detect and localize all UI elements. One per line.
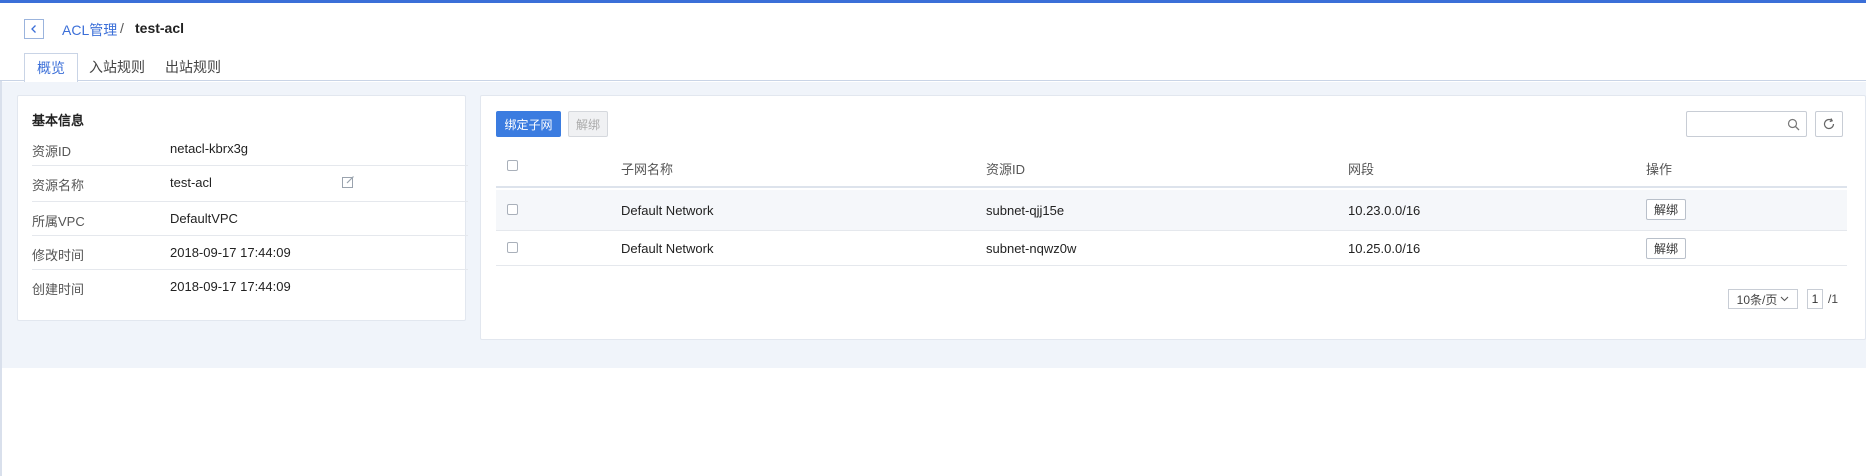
edit-icon[interactable] <box>341 175 355 189</box>
column-header: 资源ID <box>986 162 1026 177</box>
table-row: Default Network subnet-nqwz0w 10.25.0.0/… <box>496 231 1847 266</box>
refresh-button[interactable] <box>1815 111 1843 137</box>
tab-inbound-rules[interactable]: 入站规则 <box>77 53 157 83</box>
chevron-left-icon <box>31 25 36 33</box>
search-input[interactable] <box>1691 115 1783 133</box>
chevron-down-icon <box>1780 296 1789 302</box>
info-label: 所属VPC <box>32 214 85 229</box>
page-header: ACL管理 / test-acl 概览 入站规则 出站规则 <box>0 3 1866 83</box>
back-button[interactable] <box>24 19 44 39</box>
info-label: 修改时间 <box>32 248 85 263</box>
page-size-label: 10条/页 <box>1736 292 1778 307</box>
table-header: 子网名称 资源ID 网段 操作 <box>496 146 1847 188</box>
info-label: 资源ID <box>32 144 72 159</box>
current-page-input[interactable]: 1 <box>1807 289 1823 309</box>
breadcrumb-parent-link[interactable]: ACL管理 <box>62 20 117 40</box>
info-value: test-acl <box>170 175 212 190</box>
column-header: 操作 <box>1646 162 1673 177</box>
row-checkbox[interactable] <box>507 204 518 215</box>
column-header: 子网名称 <box>621 162 674 177</box>
table-row: Default Network subnet-qjj15e 10.23.0.0/… <box>496 190 1847 231</box>
basic-info-title: 基本信息 <box>32 113 85 128</box>
info-value: 2018-09-17 17:44:09 <box>170 245 291 260</box>
search-icon[interactable] <box>1787 118 1800 131</box>
subnet-segment: 10.23.0.0/16 <box>1348 203 1421 218</box>
info-label: 资源名称 <box>32 178 85 193</box>
subnet-id: subnet-qjj15e <box>986 203 1065 218</box>
subnet-name: Default Network <box>621 203 714 218</box>
subnet-id: subnet-nqwz0w <box>986 241 1077 256</box>
info-row-resource-id: 资源ID netacl-kbrx3g <box>32 132 468 166</box>
info-value: netacl-kbrx3g <box>170 141 249 156</box>
info-value: 2018-09-17 17:44:09 <box>170 279 291 294</box>
select-all-checkbox[interactable] <box>507 160 518 171</box>
tab-overview[interactable]: 概览 <box>24 53 78 83</box>
row-unbind-button[interactable]: 解绑 <box>1646 238 1686 259</box>
subnet-segment: 10.25.0.0/16 <box>1348 241 1421 256</box>
bind-subnet-button[interactable]: 绑定子网 <box>496 111 561 137</box>
subnet-name: Default Network <box>621 241 714 256</box>
info-label: 创建时间 <box>32 282 85 297</box>
info-row-vpc: 所属VPC DefaultVPC <box>32 202 468 236</box>
column-header: 网段 <box>1348 162 1375 177</box>
info-row-resource-name: 资源名称 test-acl <box>32 166 468 202</box>
breadcrumb-current: test-acl <box>135 20 185 36</box>
refresh-icon <box>1823 118 1835 130</box>
row-checkbox[interactable] <box>507 242 518 253</box>
info-row-created-time: 创建时间 2018-09-17 17:44:09 <box>32 270 468 304</box>
search-box[interactable] <box>1686 111 1807 137</box>
tab-outbound-rules[interactable]: 出站规则 <box>153 53 233 83</box>
breadcrumb-separator: / <box>120 20 124 36</box>
total-pages: /1 <box>1828 292 1839 306</box>
info-value: DefaultVPC <box>170 211 238 226</box>
info-row-modified-time: 修改时间 2018-09-17 17:44:09 <box>32 236 468 270</box>
basic-info-card: 基本信息 资源ID netacl-kbrx3g 资源名称 test-acl 所属… <box>17 95 468 321</box>
row-unbind-button[interactable]: 解绑 <box>1646 199 1686 220</box>
subnet-list-card: 绑定子网 解绑 子网名称 资源ID 网段 操作 Default Network … <box>480 95 1866 340</box>
unbind-button[interactable]: 解绑 <box>568 111 608 137</box>
page-size-select[interactable]: 10条/页 <box>1728 289 1798 309</box>
